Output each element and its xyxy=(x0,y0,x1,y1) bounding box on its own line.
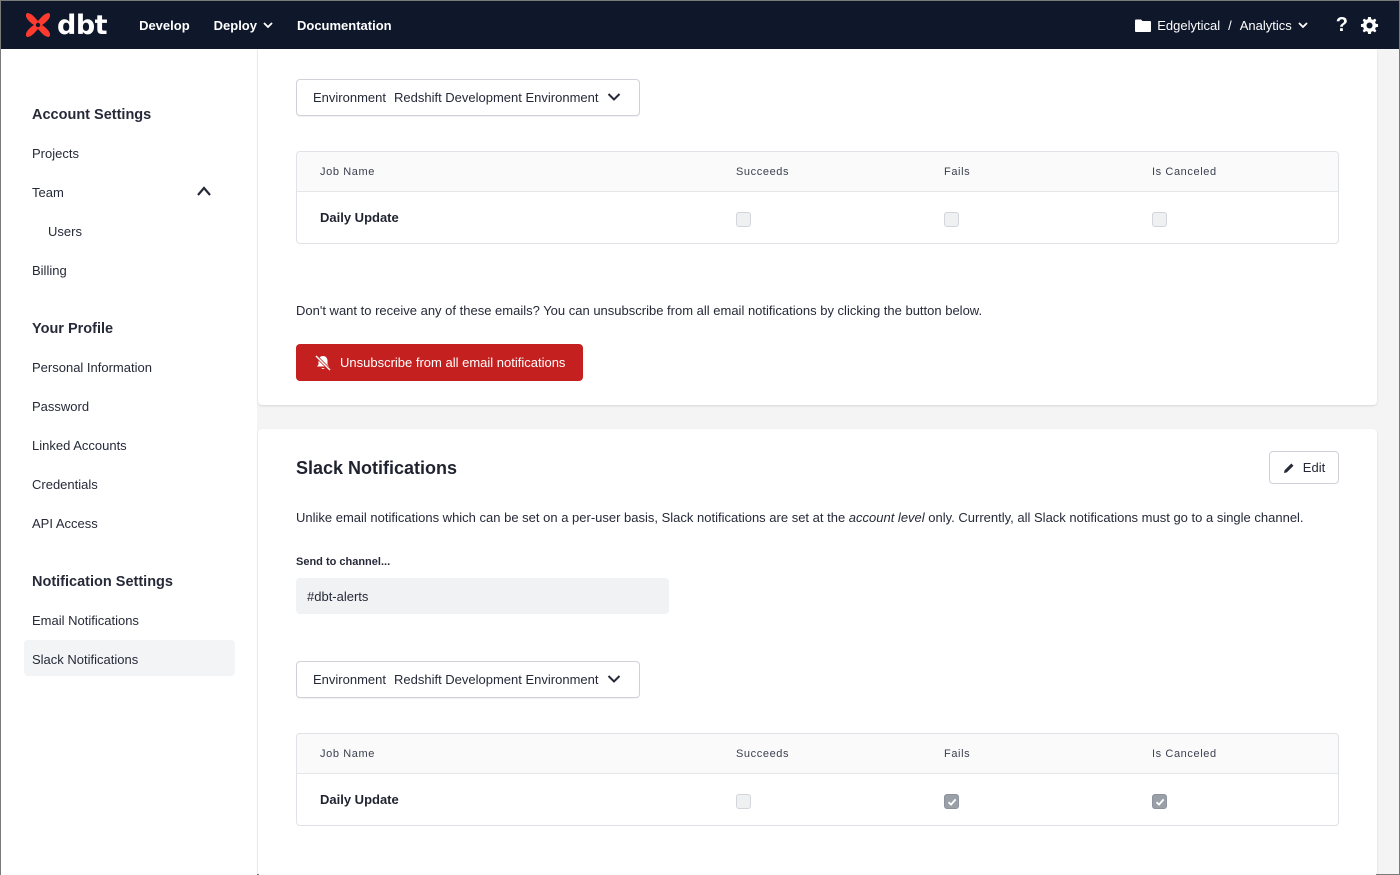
edit-label: Edit xyxy=(1302,460,1326,475)
breadcrumb-separator: / xyxy=(1228,17,1232,33)
canceled-checkbox[interactable] xyxy=(1152,794,1167,809)
table-header: Job Name Succeeds Fails Is Canceled xyxy=(297,734,1338,774)
environment-label: Environment xyxy=(313,672,386,687)
chevron-down-icon[interactable] xyxy=(1298,20,1308,30)
sidebar-item-projects[interactable]: Projects xyxy=(32,146,79,161)
sidebar-item-personal-information[interactable]: Personal Information xyxy=(32,360,152,375)
nav-develop[interactable]: Develop xyxy=(139,18,190,33)
environment-value: Redshift Development Environment xyxy=(393,672,599,687)
fails-checkbox[interactable] xyxy=(944,794,959,809)
environment-value: Redshift Development Environment xyxy=(393,90,599,105)
checkmark-icon xyxy=(1155,798,1165,806)
chevron-down-icon xyxy=(263,22,273,29)
column-is-canceled: Is Canceled xyxy=(1152,166,1217,178)
channel-field-label: Send to channel... xyxy=(296,556,391,568)
channel-input[interactable] xyxy=(296,578,669,614)
unsubscribe-note: Don't want to receive any of these email… xyxy=(296,303,983,318)
sidebar-item-billing[interactable]: Billing xyxy=(32,263,67,278)
top-navigation-bar: dbt Develop Deploy Documentation Edgelyt… xyxy=(1,1,1399,49)
chevron-down-icon xyxy=(607,675,621,683)
sidebar-item-users[interactable]: Users xyxy=(48,224,82,239)
settings-sidebar: Account Settings Projects Team Users Bil… xyxy=(1,49,257,875)
email-notifications-card: Environment Redshift Development Environ… xyxy=(258,49,1377,405)
account-name[interactable]: Edgelytical xyxy=(1157,18,1220,33)
desc-text-1: Unlike email notifications which can be … xyxy=(296,510,849,525)
column-job-name: Job Name xyxy=(320,166,375,178)
sidebar-item-email-notifications[interactable]: Email Notifications xyxy=(32,613,139,628)
nav-deploy-label: Deploy xyxy=(213,17,257,33)
nav-documentation[interactable]: Documentation xyxy=(297,18,392,33)
table-row: Daily Update xyxy=(297,192,1338,244)
fails-checkbox[interactable] xyxy=(944,212,959,227)
email-environment-select[interactable]: Environment Redshift Development Environ… xyxy=(296,79,640,116)
unsubscribe-button[interactable]: Unsubscribe from all email notifications xyxy=(296,344,583,381)
succeeds-checkbox[interactable] xyxy=(736,794,751,809)
folder-icon xyxy=(1135,19,1152,32)
bell-off-icon xyxy=(314,354,332,371)
slack-job-table: Job Name Succeeds Fails Is Canceled Dail… xyxy=(296,733,1339,826)
sidebar-item-linked-accounts[interactable]: Linked Accounts xyxy=(32,438,127,453)
succeeds-checkbox[interactable] xyxy=(736,212,751,227)
section-your-profile: Your Profile xyxy=(32,321,114,337)
canceled-checkbox[interactable] xyxy=(1152,212,1167,227)
sidebar-item-api-access[interactable]: API Access xyxy=(32,516,98,531)
account-project-switcher: Edgelytical / Analytics ? xyxy=(1135,1,1379,49)
job-name: Daily Update xyxy=(320,792,399,807)
chevron-up-icon[interactable] xyxy=(196,185,212,197)
job-name: Daily Update xyxy=(320,210,399,225)
environment-label: Environment xyxy=(313,90,386,105)
column-is-canceled: Is Canceled xyxy=(1152,748,1217,760)
desc-emphasis: account level xyxy=(848,510,925,525)
checkmark-icon xyxy=(947,798,957,806)
dbt-logo[interactable]: dbt xyxy=(23,9,108,41)
column-fails: Fails xyxy=(944,748,971,760)
desc-text-2: only. Currently, all Slack notifications… xyxy=(924,510,1304,525)
project-name[interactable]: Analytics xyxy=(1240,18,1292,33)
slack-notifications-card: Slack Notifications Edit Unlike email no… xyxy=(258,429,1377,875)
email-job-table: Job Name Succeeds Fails Is Canceled Dail… xyxy=(296,151,1339,244)
column-job-name: Job Name xyxy=(320,748,375,760)
section-notification-settings: Notification Settings xyxy=(32,574,173,590)
dbt-logo-icon xyxy=(25,13,51,37)
sidebar-item-credentials[interactable]: Credentials xyxy=(32,477,98,492)
column-succeeds: Succeeds xyxy=(736,748,790,760)
logo-wordmark: dbt xyxy=(57,9,108,41)
unsubscribe-label: Unsubscribe from all email notifications xyxy=(340,355,566,370)
help-icon[interactable]: ? xyxy=(1336,14,1348,37)
table-row: Daily Update xyxy=(297,774,1338,826)
gear-icon[interactable] xyxy=(1360,16,1379,35)
section-account-settings: Account Settings xyxy=(32,107,152,123)
sidebar-item-password[interactable]: Password xyxy=(32,399,89,414)
edit-button[interactable]: Edit xyxy=(1269,451,1339,484)
chevron-down-icon xyxy=(607,93,621,101)
nav-deploy[interactable]: Deploy xyxy=(214,18,273,33)
main-nav: Develop Deploy Documentation xyxy=(139,18,416,33)
sidebar-item-team[interactable]: Team xyxy=(32,185,64,200)
column-fails: Fails xyxy=(944,166,971,178)
column-succeeds: Succeeds xyxy=(736,166,790,178)
sidebar-item-slack-notifications[interactable]: Slack Notifications xyxy=(32,652,138,667)
slack-description: Unlike email notifications which can be … xyxy=(296,510,1304,525)
slack-section-title: Slack Notifications xyxy=(296,458,458,478)
slack-environment-select[interactable]: Environment Redshift Development Environ… xyxy=(296,661,640,698)
pencil-icon xyxy=(1283,463,1294,473)
table-header: Job Name Succeeds Fails Is Canceled xyxy=(297,152,1338,192)
